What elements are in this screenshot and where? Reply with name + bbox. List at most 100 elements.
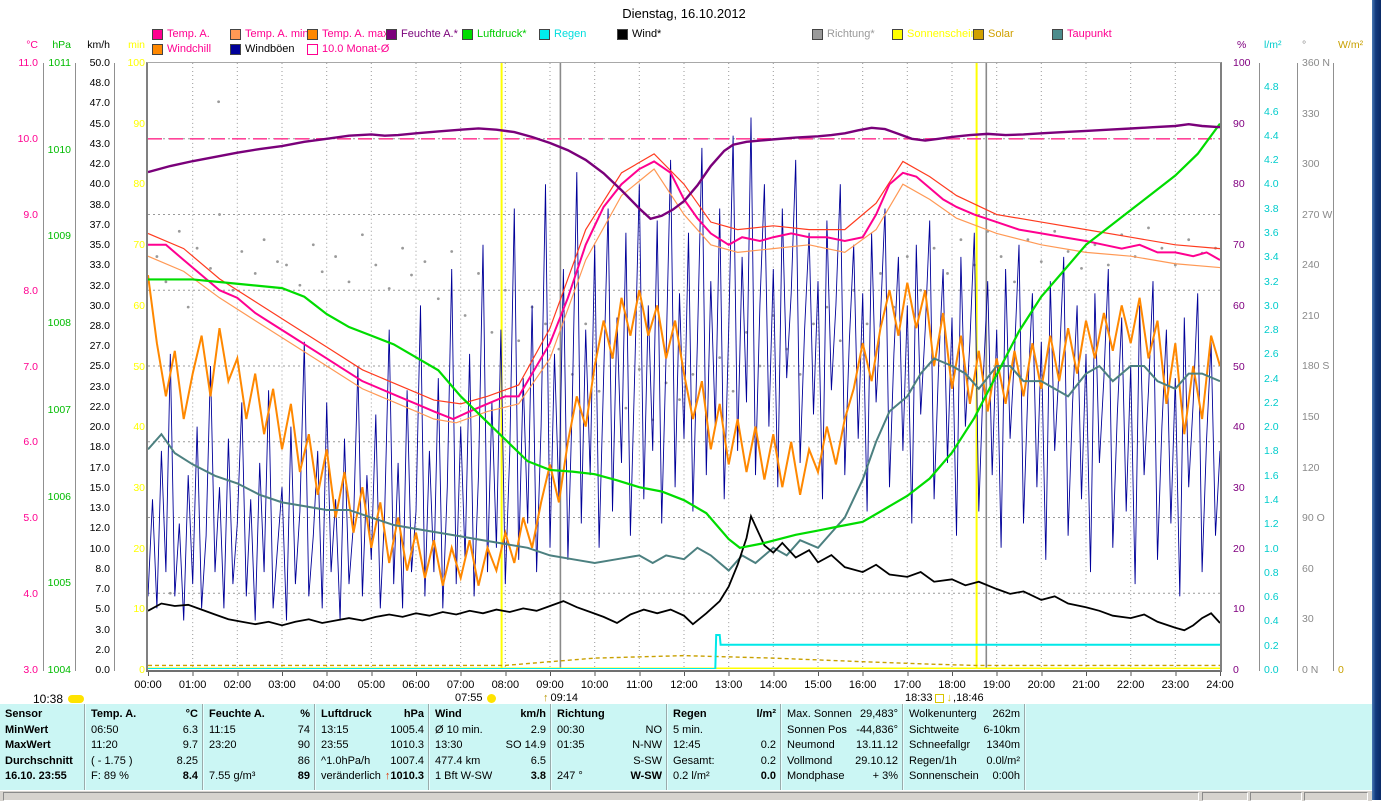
cell-value: 29.10.12 — [855, 754, 898, 767]
legend-label: Regen — [554, 28, 587, 40]
axis-tick: 10 — [133, 603, 145, 616]
legend-swatch-icon — [152, 28, 163, 40]
axis-line — [75, 63, 76, 671]
cell-label: Max. Sonnen — [787, 708, 852, 720]
cell-label: 1 Bft W-SW — [435, 770, 493, 783]
axis-tick: 1005 — [47, 577, 71, 590]
cell-label: 11:20 — [91, 739, 118, 752]
legend-swatch-icon — [892, 28, 903, 40]
axis-tick: 90 O — [1302, 512, 1325, 525]
cell-value: 2.9 — [530, 723, 546, 736]
cell-value: N-NW — [632, 739, 662, 752]
axis-tick: 0.2 — [1264, 639, 1279, 652]
legend-label: Taupunkt — [1067, 28, 1112, 40]
cell-label: 477.4 km — [435, 754, 481, 767]
axis-tick: 1.4 — [1264, 494, 1279, 507]
cell-label: 0.2 l/m² — [673, 770, 710, 783]
axis-unit-kmh: km/h — [87, 39, 110, 51]
axis-tick: 70 — [1233, 239, 1245, 252]
axis-tick: 50 — [133, 360, 145, 373]
table-group-feuchte-a-: Feuchte A.% 11:15 74 23:20 90 86 7.55 g/m³ 89 — [204, 704, 316, 790]
axis-unit-deg: ° — [1302, 39, 1307, 51]
x-axis-label: 06:00 — [402, 679, 430, 691]
axis-tick: 30.0 — [89, 299, 110, 312]
axis-tick: 1009 — [47, 230, 71, 243]
x-axis-label: 04:00 — [312, 679, 341, 691]
legend-item-wind-: Wind* — [617, 28, 661, 40]
x-axis-label: 13:00 — [714, 679, 743, 691]
legend-item-solar: Solar — [973, 28, 1014, 40]
x-axis-label: 18:00 — [938, 679, 966, 691]
x-axis-label: 14:00 — [759, 679, 788, 691]
axis-tick: 40.0 — [89, 178, 110, 191]
cell-value: % — [300, 708, 310, 720]
axis-tick: 9.0 — [23, 208, 38, 221]
axis-tick: 50 — [1233, 360, 1245, 373]
legend-label: Temp. A. — [167, 28, 210, 40]
legend-label: Temp. A. max — [322, 28, 389, 40]
axis-tick: 3.4 — [1264, 251, 1279, 264]
axis-tick: 60 — [133, 299, 145, 312]
axis-tick: 3.6 — [1264, 226, 1279, 239]
axis-tick: 30 — [1302, 613, 1314, 626]
axis-tick: 18.0 — [89, 441, 110, 454]
axis-tick: 20 — [133, 542, 145, 555]
axis-tick: 35.0 — [89, 239, 110, 252]
axis-tick: 5.0 — [23, 512, 38, 525]
weather-chart[interactable] — [148, 63, 1220, 669]
axis-tick: 13.0 — [89, 502, 110, 515]
cell-label: 7.55 g/m³ — [209, 770, 256, 783]
x-axis-label: 01:00 — [178, 679, 207, 691]
axis-tick: 0.0 — [1264, 664, 1279, 676]
legend-item-windchill: Windchill — [152, 43, 211, 55]
axis-tick: 270 W — [1302, 208, 1333, 221]
table-group-wind: Wind km/h Ø 10 min. 2.9 13:30 SO 14.9 477.4 km… — [430, 704, 552, 790]
axis-tick: 11.0 — [18, 57, 38, 69]
axis-tick: 0 — [1338, 664, 1344, 676]
table-group-richtung: Richtung 00:30 NO 01:35 N-NW S-SW 247 ° W-SW — [552, 704, 668, 790]
x-axis-label: 12:00 — [670, 679, 698, 691]
legend-swatch-icon — [386, 28, 397, 40]
cell-label: 06:50 — [91, 723, 119, 736]
cell-value: 9.7 — [182, 739, 198, 752]
chart-plot-area[interactable] — [146, 62, 1222, 672]
cell-value: km/h — [520, 708, 546, 720]
open-square-icon — [934, 693, 944, 703]
legend-swatch-icon — [307, 28, 318, 40]
cell-label: Sonnen Pos — [787, 723, 847, 736]
legend-item-10-0-monat-: 10.0 Monat-Ø — [307, 43, 389, 55]
axis-unit-C: °C — [26, 39, 38, 51]
cell-value: NO — [645, 723, 663, 736]
axis-tick: 7.0 — [95, 583, 110, 596]
axis-tick: 50.0 — [89, 57, 110, 69]
cell-value: 13.11.12 — [855, 739, 898, 752]
statistics-table: Sensor MinWert MaxWert Durchschnitt 16.10. 2… — [0, 703, 1372, 790]
axis-tick: 1010 — [47, 143, 71, 156]
axis-tick: 17.0 — [89, 461, 110, 474]
axis-line — [43, 63, 44, 671]
axis-tick: 22.0 — [89, 400, 110, 413]
cell-label: 11:15 — [209, 723, 236, 736]
x-axis-label: 24:00 — [1206, 679, 1234, 691]
axis-tick: 240 — [1302, 259, 1320, 272]
axis-tick: 3.8 — [1264, 202, 1279, 215]
legend-item-temp-a-min: Temp. A. min — [230, 28, 309, 40]
cell-value: 6.3 — [182, 723, 198, 736]
x-axis-label: 15:00 — [804, 679, 832, 691]
legend-label: 10.0 Monat-Ø — [322, 43, 390, 55]
legend-swatch-icon — [230, 43, 241, 55]
x-axis-label: 09:00 — [536, 679, 564, 691]
cell-label: Schneefallgr — [909, 739, 971, 752]
axis-tick: 120 — [1302, 461, 1320, 474]
cell-value: S-SW — [633, 754, 662, 767]
axis-tick: 27.0 — [89, 340, 110, 353]
axis-tick: 8.0 — [95, 562, 110, 575]
cell-value: 86 — [297, 754, 310, 767]
x-axis-label: 20:00 — [1027, 679, 1056, 691]
cell-value: 1007.4 — [390, 754, 424, 767]
axis-tick: 6.0 — [23, 436, 38, 449]
x-axis-label: 08:00 — [491, 679, 520, 691]
axis-tick: 48.0 — [89, 77, 110, 90]
legend-label: Luftdruck* — [477, 28, 527, 40]
axis-tick: 1.2 — [1264, 518, 1279, 531]
